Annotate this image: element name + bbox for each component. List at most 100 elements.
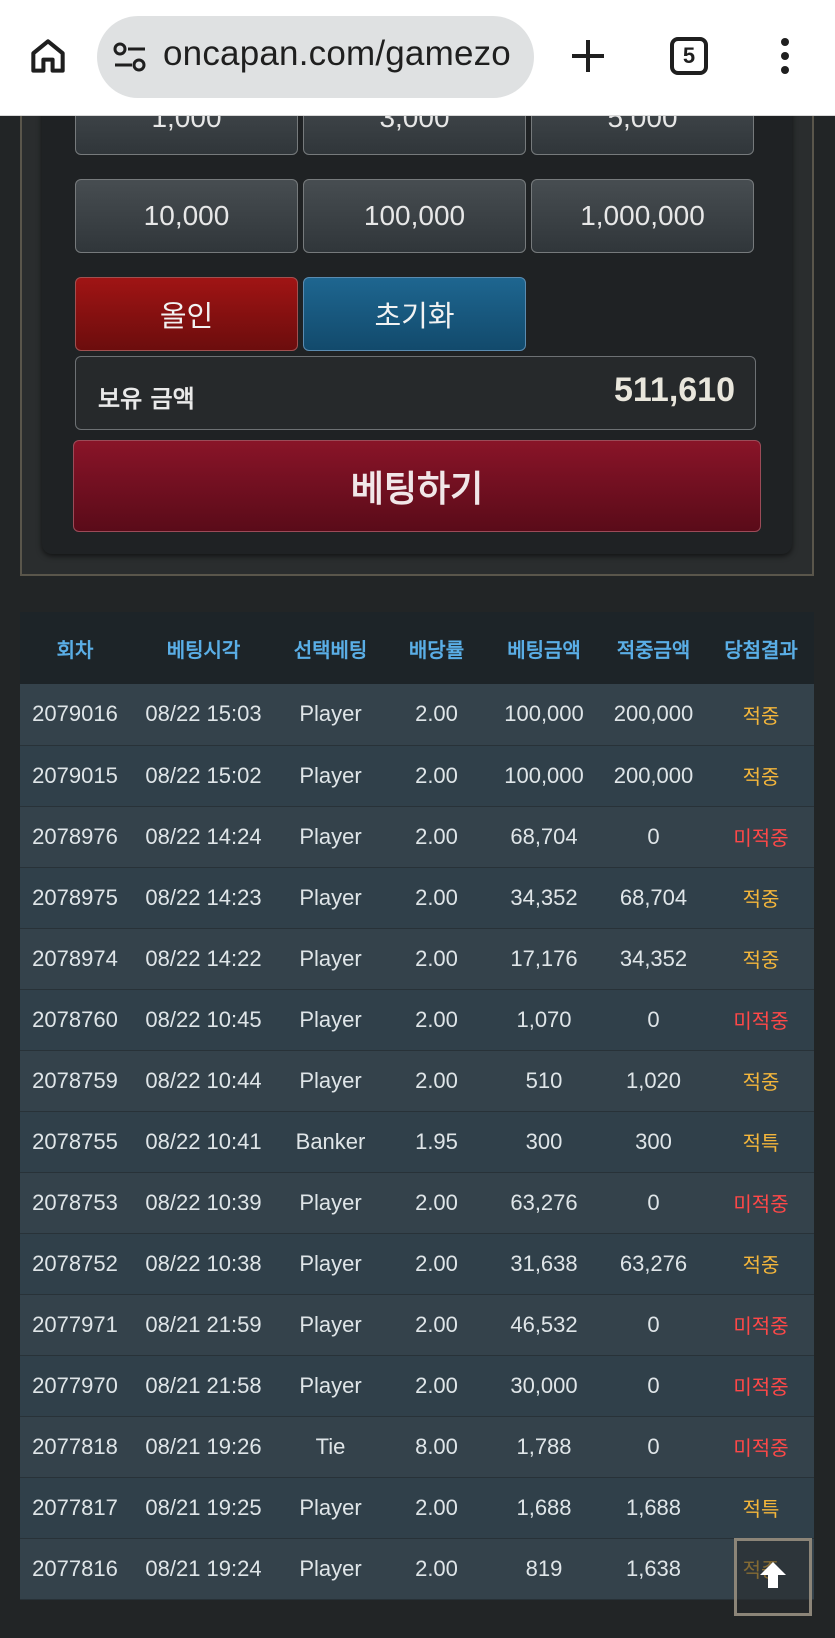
home-icon[interactable] (26, 34, 70, 78)
table-cell: 2079015 (20, 745, 130, 807)
bet-history-table: 회차 베팅시각 선택베팅 배당률 베팅금액 적중금액 당첨결과 2079016 08/22 1… (20, 612, 814, 1600)
column-header: 선택베팅 (277, 612, 384, 684)
table-cell: Tie (277, 1416, 384, 1478)
table-cell: 30,000 (489, 1355, 599, 1417)
table-cell: 2077816 (20, 1538, 130, 1600)
table-row: 207781608/21 19:24Player2.008191,638적중 (20, 1538, 814, 1600)
chip-button[interactable]: 1,000,000 (531, 179, 754, 253)
table-cell: 08/22 10:38 (130, 1233, 277, 1295)
column-header: 적중금액 (599, 612, 708, 684)
table-cell: 08/22 10:45 (130, 989, 277, 1051)
table-cell: Player (277, 745, 384, 807)
table-cell: 08/22 10:44 (130, 1050, 277, 1112)
table-cell: 2078753 (20, 1172, 130, 1234)
table-cell: 34,352 (489, 867, 599, 929)
new-tab-plus-icon[interactable] (566, 34, 610, 78)
table-cell: 68,704 (599, 867, 708, 929)
table-cell: 1,688 (489, 1477, 599, 1539)
table-cell: Player (277, 1538, 384, 1600)
table-cell: 200,000 (599, 745, 708, 807)
table-cell: 300 (599, 1111, 708, 1173)
more-menu-icon[interactable] (770, 34, 800, 78)
result-cell: 미적중 (708, 1294, 814, 1356)
table-cell: 200,000 (599, 684, 708, 746)
table-row: 2077971 08/21 21:59 Player 2.00 46,532 0 미적중 (20, 1294, 814, 1356)
table-cell: Player (277, 806, 384, 868)
table-cell: 2079016 (20, 684, 130, 746)
table-cell: 8.00 (384, 1416, 489, 1478)
table-cell: 08/22 10:41 (130, 1111, 277, 1173)
table-body: 2079016 08/22 15:03 Player 2.00 100,000 200,0… (20, 684, 814, 1600)
table-cell: 2.00 (384, 745, 489, 807)
result-cell: 적중 (708, 928, 814, 990)
result-cell: 적특 (708, 1111, 814, 1173)
table-cell: 2.00 (384, 1294, 489, 1356)
result-cell: 적특 (708, 1477, 814, 1539)
balance-label: 보유 금액 (98, 385, 195, 413)
place-bet-button[interactable]: 베팅하기 (73, 440, 761, 532)
table-cell: Player (277, 684, 384, 746)
table-cell: 0 (599, 1294, 708, 1356)
table-cell: 2078755 (20, 1111, 130, 1173)
site-settings-icon[interactable] (113, 41, 147, 73)
table-cell: Player (277, 867, 384, 929)
chip-button[interactable]: 100,000 (303, 179, 526, 253)
table-cell: 2.00 (384, 684, 489, 746)
table-cell: 0 (599, 1172, 708, 1234)
table-cell: 2077818 (20, 1416, 130, 1478)
balance-display: 보유 금액 511,610 (75, 356, 756, 430)
table-row: 2078759 08/22 10:44 Player 2.00 510 1,020 적중 (20, 1050, 814, 1112)
result-cell: 적중 (708, 684, 814, 746)
table-cell: 2.00 (384, 1050, 489, 1112)
table-cell: 2078752 (20, 1233, 130, 1295)
table-cell: Player (277, 1233, 384, 1295)
result-cell: 미적중 (708, 1172, 814, 1234)
table-row: 2078755 08/22 10:41 Banker 1.95 300 300 적특 (20, 1111, 814, 1173)
result-cell: 적중 (708, 1050, 814, 1112)
table-cell: 300 (489, 1111, 599, 1173)
browser-toolbar: oncapan.com/gamezo 5 (0, 0, 835, 116)
table-cell: 17,176 (489, 928, 599, 990)
table-cell: 08/22 14:22 (130, 928, 277, 990)
table-cell: 819 (489, 1538, 599, 1600)
table-cell: 08/22 10:39 (130, 1172, 277, 1234)
scroll-to-top-button[interactable] (734, 1538, 812, 1616)
balance-value: 511,610 (613, 371, 735, 409)
column-header: 베팅시각 (130, 612, 277, 684)
table-row: 2078753 08/22 10:39 Player 2.00 63,276 0 미적중 (20, 1172, 814, 1234)
table-cell: 510 (489, 1050, 599, 1112)
table-cell: 0 (599, 1355, 708, 1417)
table-cell: 08/21 19:26 (130, 1416, 277, 1478)
table-cell: 34,352 (599, 928, 708, 990)
table-cell: 63,276 (489, 1172, 599, 1234)
table-row: 2078752 08/22 10:38 Player 2.00 31,638 63,276… (20, 1233, 814, 1295)
table-row: 2077818 08/21 19:26 Tie 8.00 1,788 0 미적중 (20, 1416, 814, 1478)
table-cell: 100,000 (489, 745, 599, 807)
table-row: 2078976 08/22 14:24 Player 2.00 68,704 0 미적중 (20, 806, 814, 868)
result-cell: 미적중 (708, 1355, 814, 1417)
table-cell: 2077970 (20, 1355, 130, 1417)
address-bar[interactable]: oncapan.com/gamezo (97, 16, 534, 98)
table-cell: 2.00 (384, 1172, 489, 1234)
table-cell: Player (277, 1355, 384, 1417)
column-header: 회차 (20, 612, 130, 684)
table-row: 2079015 08/22 15:02 Player 2.00 100,000 200,0… (20, 745, 814, 807)
result-cell: 미적중 (708, 1416, 814, 1478)
reset-button[interactable]: 초기화 (303, 277, 526, 351)
table-cell: 2078759 (20, 1050, 130, 1112)
table-row: 2077970 08/21 21:58 Player 2.00 30,000 0 미적중 (20, 1355, 814, 1417)
chip-button[interactable]: 10,000 (75, 179, 298, 253)
table-cell: 1,788 (489, 1416, 599, 1478)
table-cell: 2.00 (384, 1233, 489, 1295)
result-cell: 적중 (708, 867, 814, 929)
table-cell: 2.00 (384, 806, 489, 868)
table-cell: Player (277, 1172, 384, 1234)
url-text: oncapan.com/gamezo (163, 34, 511, 73)
tab-switcher-button[interactable]: 5 (670, 37, 708, 75)
table-cell: 46,532 (489, 1294, 599, 1356)
table-cell: 63,276 (599, 1233, 708, 1295)
table-cell: 100,000 (489, 684, 599, 746)
all-in-button[interactable]: 올인 (75, 277, 298, 351)
table-row: 2078760 08/22 10:45 Player 2.00 1,070 0 미적중 (20, 989, 814, 1051)
table-cell: 1,688 (599, 1477, 708, 1539)
